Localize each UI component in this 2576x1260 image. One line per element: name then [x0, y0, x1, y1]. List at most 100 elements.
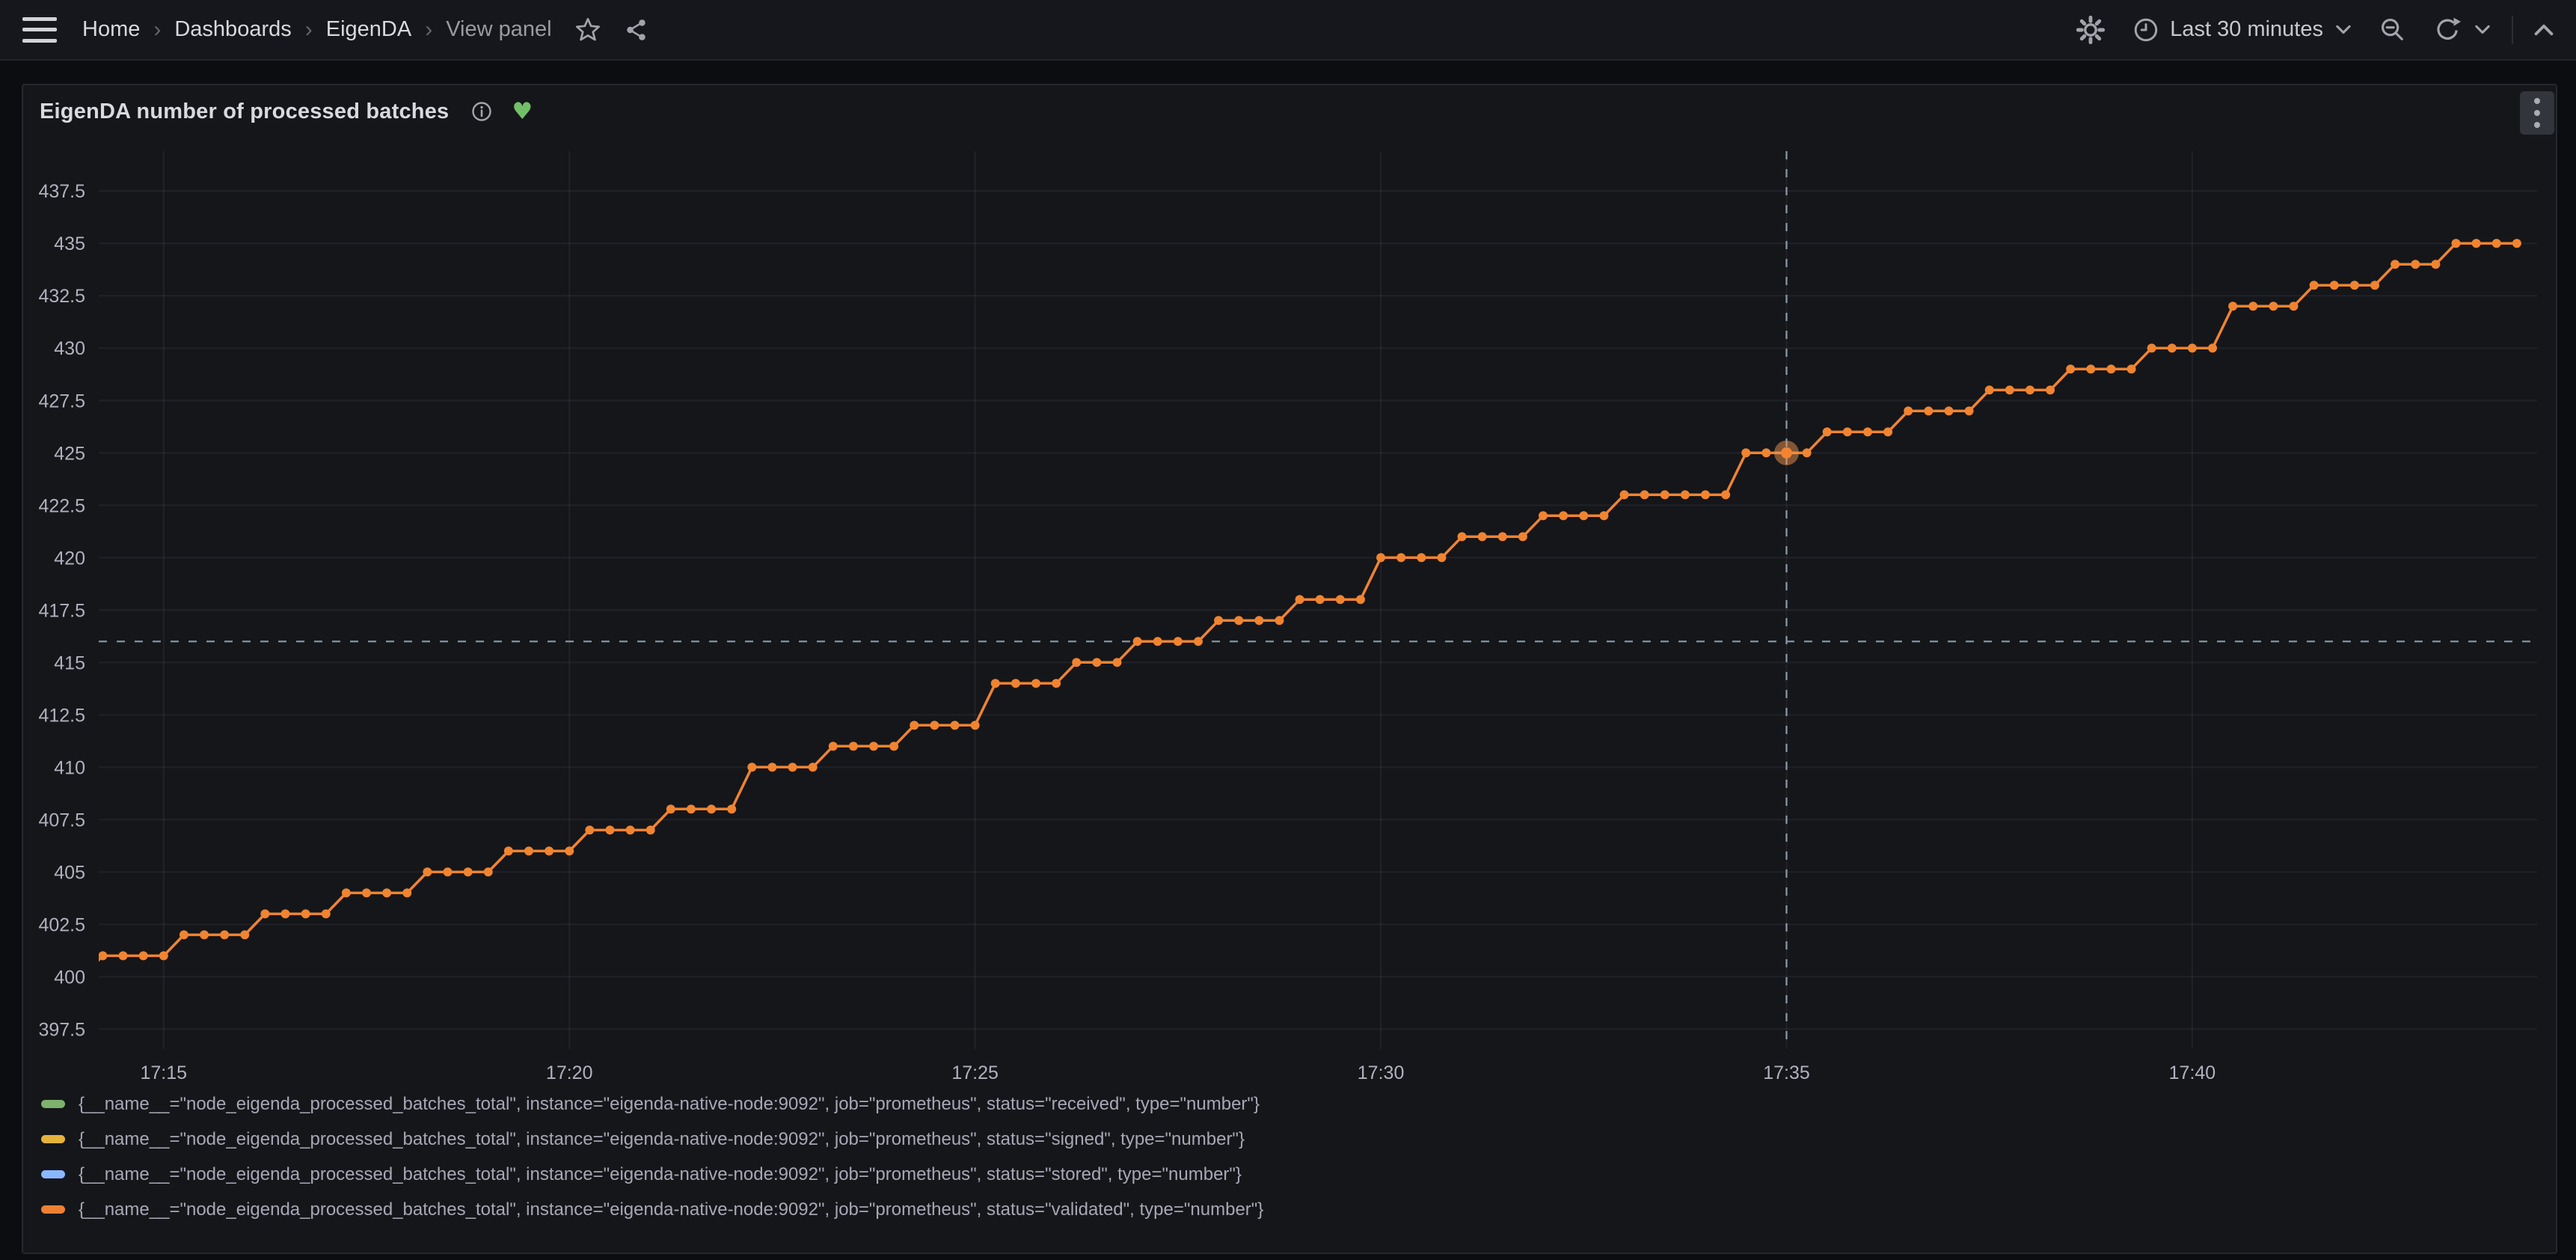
- y-axis-tick-label: 425: [54, 443, 85, 464]
- data-point: [605, 825, 614, 834]
- clock-icon: [2132, 16, 2159, 43]
- grid-lines: 397.5400402.5405407.5410412.5415417.5420…: [38, 151, 2537, 1083]
- data-point: [1275, 616, 1284, 625]
- breadcrumb-separator-icon: ›: [153, 17, 161, 43]
- x-axis-tick-label: 17:40: [2169, 1062, 2216, 1083]
- y-axis-tick-label: 430: [54, 338, 85, 359]
- data-point: [2066, 364, 2075, 373]
- data-point: [930, 721, 939, 730]
- data-point: [1437, 553, 1446, 562]
- timeseries-panel: EigenDA number of processed batches ♥ 39…: [22, 84, 2557, 1254]
- data-point: [2208, 343, 2217, 352]
- data-point: [2370, 281, 2379, 290]
- menu-icon[interactable]: [22, 17, 57, 43]
- data-point: [1843, 427, 1852, 436]
- data-point: [1721, 490, 1730, 499]
- data-point: [1701, 490, 1710, 499]
- favorite-star-icon[interactable]: [574, 16, 601, 43]
- breadcrumb-view-panel: View panel: [446, 17, 551, 42]
- data-point: [260, 909, 269, 918]
- legend-swatch[interactable]: [41, 1100, 65, 1108]
- data-point: [1620, 490, 1629, 499]
- data-point: [362, 888, 371, 897]
- data-point: [1660, 490, 1669, 499]
- data-point: [2086, 364, 2095, 373]
- y-axis-tick-label: 420: [54, 548, 85, 569]
- data-point: [1417, 553, 1426, 562]
- data-point: [545, 846, 553, 855]
- y-axis-tick-label: 402.5: [38, 914, 85, 935]
- panel-title: EigenDA number of processed batches: [40, 100, 449, 124]
- data-point: [1539, 511, 1548, 520]
- legend-item[interactable]: {__name__="node_eigenda_processed_batche…: [41, 1086, 1263, 1122]
- data-point: [1883, 427, 1892, 436]
- y-axis-tick-label: 422.5: [38, 495, 85, 516]
- y-axis-tick-label: 415: [54, 652, 85, 673]
- data-point: [1112, 658, 1121, 667]
- legend-label: {__name__="node_eigenda_processed_batche…: [79, 1199, 1263, 1220]
- breadcrumb-home[interactable]: Home: [82, 17, 140, 42]
- y-axis-tick-label: 432.5: [38, 286, 85, 307]
- data-point: [2452, 239, 2461, 248]
- time-range-label: Last 30 minutes: [2170, 17, 2323, 42]
- refresh-button[interactable]: [2432, 16, 2461, 44]
- legend-swatch[interactable]: [41, 1135, 65, 1143]
- data-point: [1316, 595, 1325, 604]
- info-icon[interactable]: [471, 101, 492, 122]
- zoom-out-icon[interactable]: [2379, 16, 2407, 44]
- panel-menu-kebab-icon[interactable]: [2520, 91, 2554, 135]
- time-range-picker[interactable]: Last 30 minutes: [2132, 16, 2352, 43]
- legend-item[interactable]: {__name__="node_eigenda_processed_batche…: [41, 1157, 1263, 1192]
- data-point: [2411, 260, 2420, 269]
- time-series-chart[interactable]: 397.5400402.5405407.5410412.5415417.5420…: [23, 85, 2559, 1256]
- data-point: [951, 721, 960, 730]
- health-heart-icon: ♥: [512, 98, 533, 125]
- data-point: [1396, 553, 1405, 562]
- data-point: [504, 846, 513, 855]
- chart-legend: {__name__="node_eigenda_processed_batche…: [41, 1086, 1263, 1227]
- refresh-icon: [2432, 16, 2461, 44]
- data-point: [788, 762, 797, 771]
- data-point: [646, 825, 655, 834]
- refresh-interval-dropdown[interactable]: [2474, 25, 2491, 35]
- data-point: [180, 930, 188, 939]
- data-point: [1376, 553, 1385, 562]
- data-point: [991, 679, 1000, 688]
- y-axis-tick-label: 400: [54, 967, 85, 988]
- legend-swatch[interactable]: [41, 1205, 65, 1214]
- data-point: [2005, 385, 2014, 394]
- data-point: [2310, 281, 2319, 290]
- legend-label: {__name__="node_eigenda_processed_batche…: [79, 1094, 1260, 1115]
- legend-item[interactable]: {__name__="node_eigenda_processed_batche…: [41, 1122, 1263, 1157]
- data-point: [423, 867, 432, 876]
- data-point: [159, 951, 168, 960]
- panel-header[interactable]: EigenDA number of processed batches ♥: [23, 85, 2556, 138]
- data-point: [1681, 490, 1690, 499]
- data-point: [585, 825, 594, 834]
- gear-icon[interactable]: [2076, 15, 2106, 45]
- share-icon[interactable]: [624, 17, 649, 43]
- legend-item[interactable]: {__name__="node_eigenda_processed_batche…: [41, 1192, 1263, 1227]
- data-point: [464, 867, 473, 876]
- collapse-chevron-up-icon[interactable]: [2534, 24, 2554, 36]
- legend-swatch[interactable]: [41, 1170, 65, 1178]
- data-point: [1234, 616, 1243, 625]
- data-point: [2472, 239, 2481, 248]
- data-point: [1194, 637, 1203, 646]
- chevron-down-icon: [2474, 25, 2491, 35]
- breadcrumb-eigenda[interactable]: EigenDA: [326, 17, 411, 42]
- highlighted-point[interactable]: [1781, 447, 1792, 459]
- data-point: [1458, 532, 1467, 541]
- legend-label: {__name__="node_eigenda_processed_batche…: [79, 1129, 1245, 1150]
- data-point: [1254, 616, 1263, 625]
- data-point: [1599, 511, 1608, 520]
- data-point: [1761, 448, 1770, 457]
- data-point: [2188, 343, 2197, 352]
- data-point: [2431, 260, 2440, 269]
- data-point: [565, 846, 574, 855]
- nav-controls: Last 30 minutes: [2076, 15, 2554, 45]
- data-point: [1174, 637, 1183, 646]
- breadcrumb-dashboards[interactable]: Dashboards: [174, 17, 291, 42]
- data-point: [1904, 406, 1913, 415]
- data-point: [707, 804, 716, 813]
